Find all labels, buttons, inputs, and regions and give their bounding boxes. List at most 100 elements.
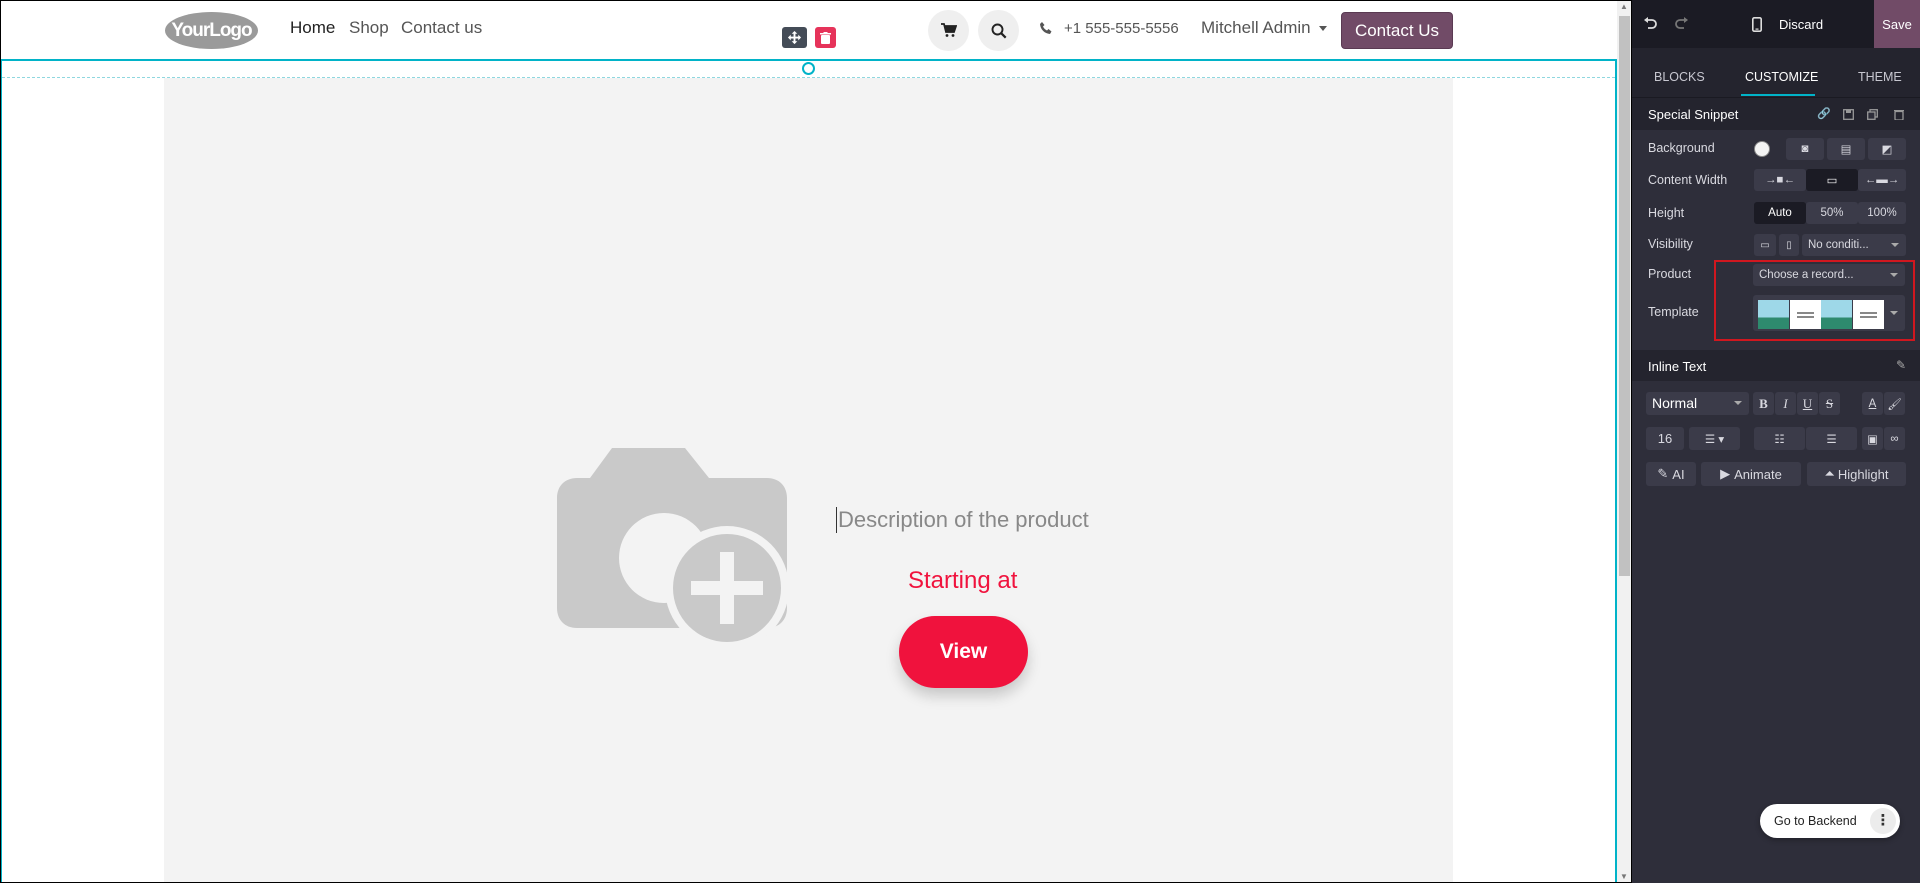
user-name: Mitchell Admin (1201, 18, 1311, 37)
width-small-button[interactable]: →■← (1754, 169, 1806, 191)
insert-media-button[interactable]: ▣ (1862, 427, 1883, 450)
special-snippet[interactable] (164, 78, 1453, 883)
height-100-button[interactable]: 100% (1858, 202, 1906, 224)
scrollbar-thumb[interactable] (1619, 16, 1630, 576)
visibility-label: Visibility (1648, 237, 1693, 251)
site-logo[interactable]: YourLogo (165, 12, 258, 49)
editor-tabs: BLOCKS CUSTOMIZE THEME (1632, 48, 1920, 98)
numbered-list-icon: ☰ (1826, 433, 1837, 446)
mobile-preview-icon[interactable] (1749, 16, 1765, 32)
tab-blocks[interactable]: BLOCKS (1654, 70, 1705, 84)
section-title: Special Snippet (1648, 107, 1739, 122)
hide-mobile-button[interactable]: ▯ (1779, 234, 1799, 256)
italic-button[interactable]: I (1775, 392, 1796, 415)
site-header: YourLogo Home Shop Contact us +1 555-555… (0, 0, 1617, 58)
go-to-backend-button[interactable]: Go to Backend (1774, 814, 1857, 828)
height-auto-button[interactable]: Auto (1754, 202, 1806, 224)
height-50-button[interactable]: 50% (1806, 202, 1858, 224)
font-color-button[interactable]: A (1862, 392, 1883, 415)
editor-topbar: Discard Save (1632, 0, 1920, 48)
font-color-icon: A (1868, 397, 1877, 410)
product-description[interactable]: Description of the product (836, 507, 1089, 533)
width-regular-button[interactable]: ▭ (1806, 169, 1858, 191)
active-tab-indicator (1741, 94, 1815, 96)
bg-shape-button[interactable]: ◩ (1868, 138, 1906, 160)
bg-video-button[interactable]: ▤ (1827, 138, 1865, 160)
delete-snippet-icon[interactable] (815, 27, 836, 48)
starting-at-text[interactable]: Starting at (908, 567, 1017, 595)
discard-button[interactable]: Discard (1779, 17, 1823, 32)
animate-button[interactable]: ▶ Animate (1701, 462, 1801, 486)
font-size-input[interactable]: 16 (1646, 427, 1684, 450)
undo-icon[interactable] (1642, 16, 1658, 32)
nav-home[interactable]: Home (290, 18, 335, 38)
expand-icon: ←▬→ (1864, 174, 1900, 186)
nav-shop[interactable]: Shop (349, 18, 389, 38)
chevron-down-icon (1890, 273, 1898, 277)
product-select[interactable]: Choose a record... (1753, 264, 1905, 286)
bg-image-button[interactable]: ◙ (1786, 138, 1824, 160)
cart-button[interactable] (928, 10, 969, 51)
search-icon (991, 23, 1006, 38)
go-to-backend-pill[interactable]: Go to Backend ⋮ (1760, 804, 1900, 838)
scroll-up-icon[interactable]: ▲ (1620, 2, 1628, 11)
phone-icon (1040, 22, 1052, 34)
background-color-swatch[interactable] (1754, 141, 1770, 157)
delete-icon[interactable] (1894, 109, 1904, 120)
ai-label: AI (1672, 466, 1685, 482)
more-options-icon[interactable]: ⋮ (1870, 808, 1896, 834)
template-text-thumb (1790, 300, 1821, 329)
content-width-label: Content Width (1648, 173, 1728, 187)
bold-button[interactable]: B (1753, 392, 1774, 415)
align-button[interactable]: ☰ ▾ (1689, 427, 1740, 450)
contact-us-button[interactable]: Contact Us (1341, 12, 1453, 49)
template-select[interactable] (1753, 295, 1905, 331)
tab-customize[interactable]: CUSTOMIZE (1745, 70, 1818, 84)
resize-handle[interactable] (802, 62, 815, 75)
editor-panel: Discard Save BLOCKS CUSTOMIZE THEME Spec… (1632, 0, 1920, 883)
highlight-label: Highlight (1837, 466, 1889, 482)
phone-number[interactable]: +1 555-555-5556 (1064, 20, 1179, 37)
magic-wand-icon: ✎ (1657, 466, 1669, 481)
search-button[interactable] (978, 10, 1019, 51)
add-image-camera-icon[interactable] (557, 446, 797, 653)
height-label: Height (1648, 206, 1685, 220)
numbered-list-button[interactable]: ☰ (1806, 427, 1857, 450)
inline-text-section-header: Inline Text ✎ (1632, 350, 1920, 381)
template-text-thumb (1853, 300, 1884, 329)
scroll-down-icon[interactable]: ▼ (1620, 872, 1628, 881)
canvas-scrollbar[interactable]: ▲ ▼ (1617, 0, 1632, 883)
tab-theme[interactable]: THEME (1858, 70, 1902, 84)
redo-icon[interactable] (1674, 16, 1690, 32)
underline-button[interactable]: U (1797, 392, 1818, 415)
link-icon: ∞ (1890, 432, 1899, 445)
ai-button[interactable]: ✎ AI (1646, 462, 1696, 486)
film-icon: ▤ (1840, 144, 1852, 156)
text-style-select[interactable]: Normal (1646, 392, 1749, 415)
mobile-hidden-icon: ▯ (1786, 239, 1792, 251)
nav-contact-us[interactable]: Contact us (401, 18, 482, 38)
template-image-thumb (1821, 300, 1852, 329)
highlight-button[interactable]: ⏶ Highlight (1807, 462, 1906, 486)
desktop-hidden-icon: ▭ (1760, 239, 1770, 251)
width-full-button[interactable]: ←▬→ (1858, 169, 1906, 191)
cart-icon (940, 23, 957, 37)
chevron-down-icon (1890, 311, 1898, 315)
move-handle-icon[interactable] (782, 27, 807, 48)
insert-link-button[interactable]: ∞ (1884, 427, 1905, 450)
save-button[interactable]: Save (1874, 0, 1920, 48)
strikethrough-button[interactable]: S (1819, 392, 1840, 415)
highlight-color-button[interactable]: 🖌 (1884, 392, 1905, 415)
image-icon: ▣ (1867, 433, 1878, 446)
chevron-down-icon (1734, 401, 1742, 405)
logo-text: YourLogo (171, 20, 252, 41)
bullet-list-button[interactable]: ☷ (1754, 427, 1805, 450)
visibility-select[interactable]: No conditi... (1802, 234, 1906, 256)
duplicate-icon[interactable] (1867, 109, 1878, 120)
link-icon[interactable]: 🔗 (1817, 107, 1831, 120)
user-menu[interactable]: Mitchell Admin (1201, 18, 1328, 38)
eraser-icon[interactable]: ✎ (1896, 358, 1906, 372)
hide-desktop-button[interactable]: ▭ (1754, 234, 1776, 256)
view-button[interactable]: View (899, 616, 1028, 688)
save-snippet-icon[interactable] (1843, 109, 1854, 120)
